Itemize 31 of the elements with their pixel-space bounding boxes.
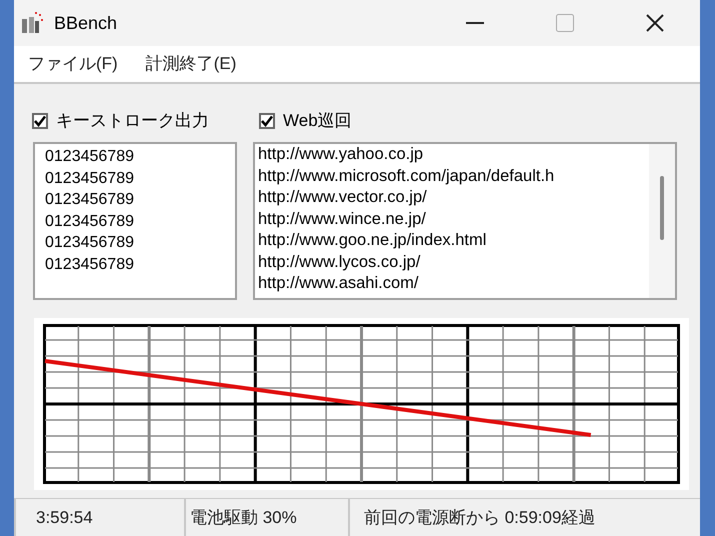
checkmark-icon [261,115,273,127]
window-title: BBench [54,12,118,34]
status-text: 3:59:54 [14,499,180,536]
maximize-icon [556,14,574,32]
list-item: http://www.microsoft.com/japan/default.h [258,166,556,186]
checkmark-icon [34,115,46,127]
app-icon [20,11,44,35]
list-item: 0123456789 [45,168,135,188]
list-item: 0123456789 [45,147,135,167]
menu-item[interactable]: ファイル(F) [14,51,132,77]
list-item: http://www.asahi.com/ [258,273,420,294]
status-text: 電池駆動 30% [184,499,344,536]
minimize-icon [466,22,484,24]
list-item: http://www.goo.ne.jp/index.html [258,230,488,251]
scrollbar[interactable] [649,144,675,298]
scrollbar-thumb[interactable] [660,176,664,240]
list-item: 0123456789 [45,190,135,210]
checkbox[interactable] [259,113,275,129]
menu-item[interactable]: 計測終了(E) [132,51,250,77]
close-icon [646,14,664,32]
list-item: 0123456789 [45,233,135,253]
list-item: http://www.lycos.co.jp/ [258,252,422,272]
list-item: http://www.yahoo.co.jp [258,144,424,165]
checkbox-label: キーストローク出力 [56,110,209,132]
list-item: 0123456789 [45,254,135,274]
status-text: 前回の電源断から 0:59:09経過 [348,499,700,536]
list-item: 0123456789 [45,212,135,232]
list-item: http://www.wince.ne.jp/ [258,208,427,230]
checkbox-label: Web巡回 [283,110,352,132]
list-item: http://www.vector.co.jp/ [258,187,428,208]
checkbox[interactable] [32,113,48,129]
